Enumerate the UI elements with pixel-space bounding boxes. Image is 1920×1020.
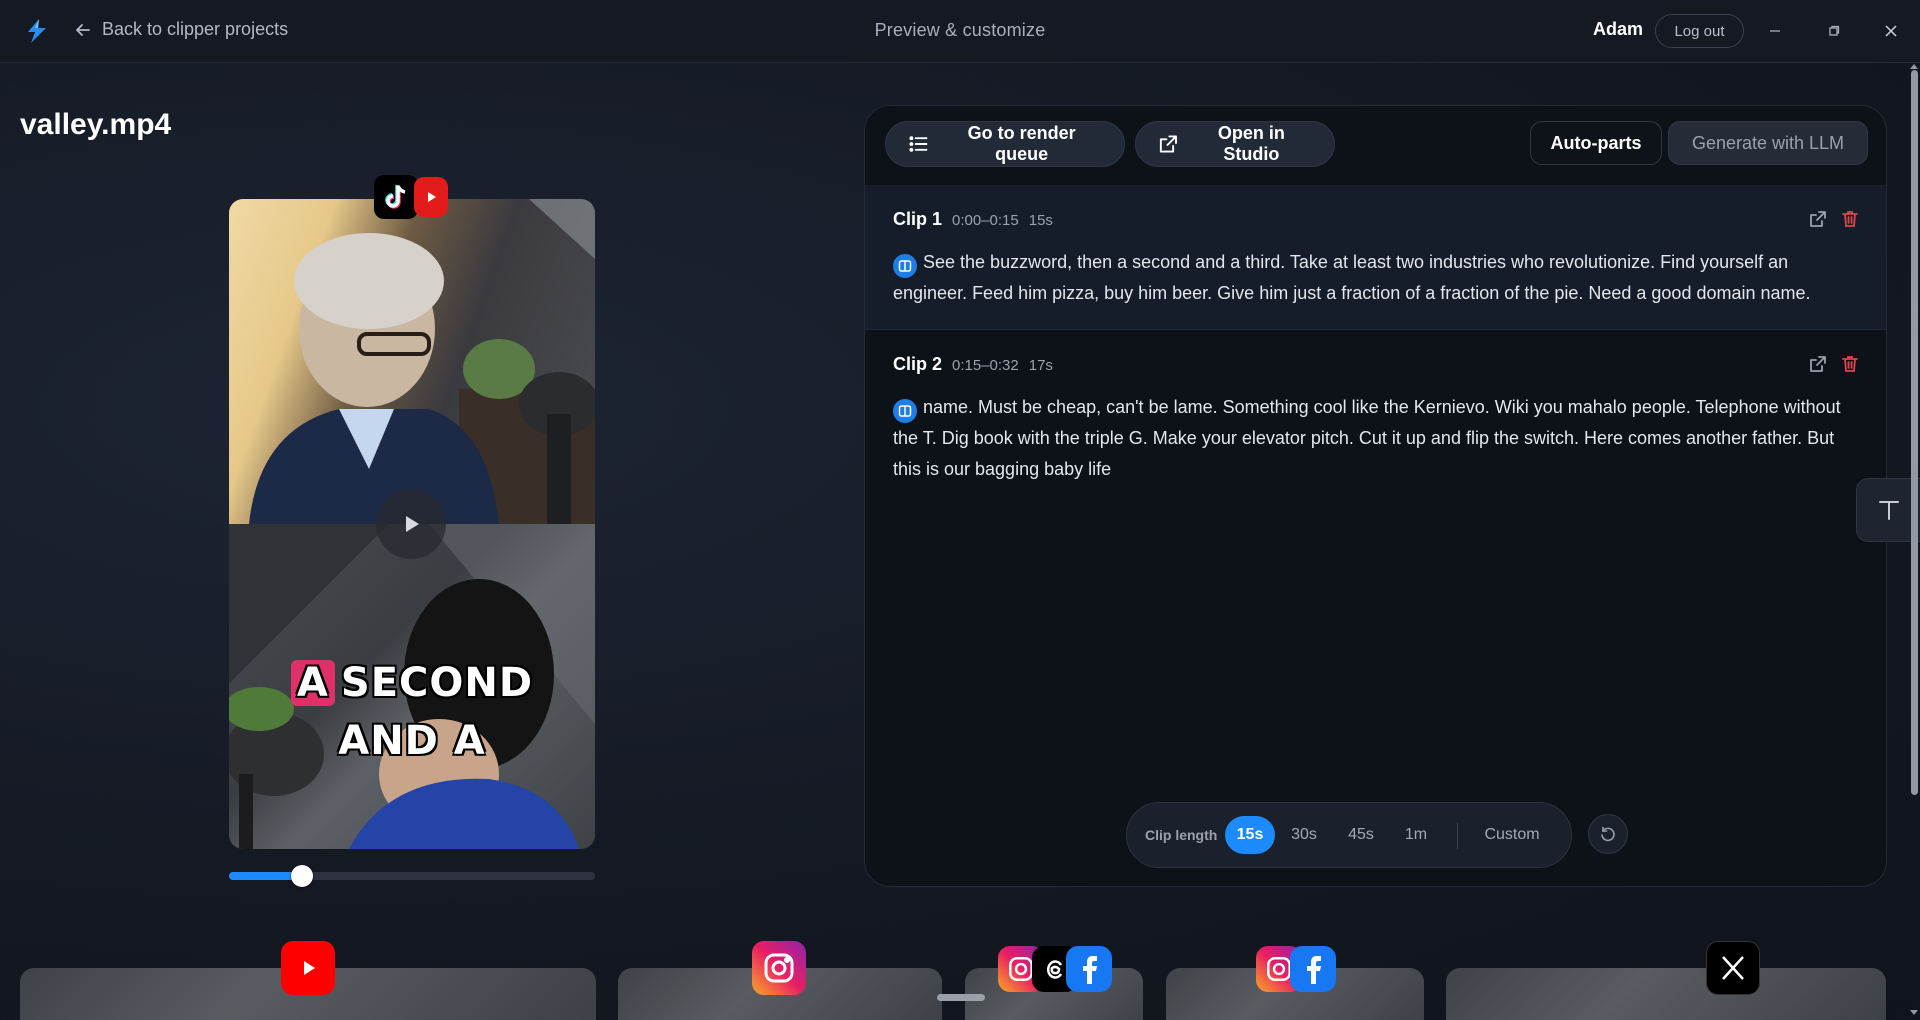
- multi-platform-badge: [998, 946, 1112, 992]
- clip-name: Clip 2: [893, 354, 943, 374]
- clip-length-label: Clip length: [1145, 827, 1218, 843]
- facebook-icon: [1290, 946, 1336, 992]
- split-clip-icon[interactable]: [893, 399, 917, 423]
- clip-length-30s[interactable]: 30s: [1279, 816, 1329, 854]
- clip-header: Clip 1 0:00–0:15 15s: [893, 209, 1053, 230]
- restore-button[interactable]: [1821, 18, 1847, 44]
- split-clip-icon[interactable]: [893, 254, 917, 278]
- playback-slider-thumb[interactable]: [291, 865, 314, 887]
- facebook-icon: [1066, 946, 1112, 992]
- interview-scene-top: [249, 199, 595, 524]
- play-icon: [406, 516, 419, 532]
- back-link-label: Back to clipper projects: [102, 19, 289, 39]
- app-logo-icon[interactable]: [25, 18, 49, 44]
- youtube-icon: [281, 941, 335, 995]
- tiktok-icon: [374, 175, 418, 219]
- minimize-button[interactable]: [1762, 18, 1788, 44]
- divider: [1457, 823, 1458, 849]
- x-icon: [1706, 941, 1760, 995]
- youtube-shorts-icon: [414, 177, 448, 217]
- clips-panel: Go to render queue Open in Studio Auto-p…: [864, 105, 1887, 887]
- clip-duration: 17s: [1028, 357, 1053, 374]
- clip-time-range: 0:00–0:15: [952, 212, 1019, 229]
- caption-word: SECOND: [340, 660, 534, 706]
- back-to-projects-link[interactable]: Back to clipper projects: [74, 19, 288, 40]
- generate-with-llm-button[interactable]: Generate with LLM: [1668, 121, 1868, 165]
- reset-icon: [1601, 826, 1615, 842]
- x-badge: [1706, 941, 1760, 995]
- list-icon: [909, 136, 928, 152]
- instagram-badge: [752, 941, 806, 995]
- video-caption: A SECOND AND A: [229, 654, 595, 770]
- clip-duration: 15s: [1028, 212, 1053, 229]
- arrow-left-icon: [76, 23, 90, 36]
- top-bar: Back to clipper projects Preview & custo…: [0, 0, 1920, 63]
- video-frame-top: [229, 199, 595, 524]
- clip-header: Clip 2 0:15–0:32 17s: [893, 354, 1053, 375]
- clip-item[interactable]: Clip 1 0:00–0:15 15s See the buzzword, t…: [865, 185, 1886, 330]
- open-clip-icon[interactable]: [1808, 354, 1828, 374]
- minimize-icon: [1770, 30, 1780, 32]
- reset-clip-length-button[interactable]: [1588, 814, 1628, 854]
- clip-actions: [1808, 354, 1860, 374]
- delete-clip-icon[interactable]: [1840, 354, 1860, 374]
- text-icon: [1878, 501, 1899, 520]
- clip-length-1m[interactable]: 1m: [1391, 816, 1441, 854]
- scrollbar-thumb[interactable]: [1911, 70, 1918, 795]
- clip-actions: [1808, 209, 1860, 229]
- clip-length-45s[interactable]: 45s: [1336, 816, 1386, 854]
- clip-transcript-text: See the buzzword, then a second and a th…: [893, 252, 1811, 303]
- scroll-down-arrow[interactable]: [1910, 1010, 1918, 1015]
- external-link-icon: [1159, 135, 1177, 153]
- open-clip-icon[interactable]: [1808, 209, 1828, 229]
- multi-platform-badge: [1256, 946, 1336, 992]
- platform-preview-card[interactable]: [1446, 968, 1886, 1020]
- open-in-studio-label: Open in Studio: [1217, 123, 1285, 164]
- render-queue-button[interactable]: Go to render queue: [885, 121, 1125, 167]
- close-window-button[interactable]: [1878, 18, 1904, 44]
- file-title: valley.mp4: [20, 108, 172, 141]
- caption-line-2: AND A: [338, 718, 486, 764]
- restore-icon: [1829, 25, 1840, 36]
- logout-button[interactable]: Log out: [1655, 14, 1744, 48]
- video-preview[interactable]: A SECOND AND A: [229, 199, 595, 849]
- caption-line-1: A SECOND: [229, 654, 595, 712]
- clip-length-selector: Clip length 15s 30s 45s 1m Custom: [1126, 802, 1572, 868]
- playback-slider[interactable]: [229, 865, 595, 887]
- scroll-up-arrow[interactable]: [1910, 64, 1918, 69]
- user-name: Adam: [1593, 19, 1644, 39]
- caption-highlight-word: A: [290, 660, 335, 706]
- clip-length-custom[interactable]: Custom: [1472, 816, 1552, 854]
- preview-platform-badges: [374, 175, 448, 219]
- clip-transcript-text: name. Must be cheap, can't be lame. Some…: [893, 397, 1841, 479]
- instagram-icon: [752, 941, 806, 995]
- clip-transcript[interactable]: name. Must be cheap, can't be lame. Some…: [893, 392, 1858, 485]
- clip-time-range: 0:15–0:32: [952, 357, 1019, 374]
- play-button[interactable]: [376, 489, 446, 559]
- clip-name: Clip 1: [893, 209, 943, 229]
- scrollbar[interactable]: [1908, 64, 1920, 1020]
- render-queue-label: Go to render queue: [967, 123, 1076, 164]
- close-icon: [1885, 25, 1897, 37]
- clip-transcript[interactable]: See the buzzword, then a second and a th…: [893, 247, 1858, 309]
- auto-parts-button[interactable]: Auto-parts: [1530, 121, 1662, 165]
- clip-item[interactable]: Clip 2 0:15–0:32 17s name. Must be cheap…: [865, 330, 1886, 510]
- drag-handle[interactable]: [937, 994, 985, 1001]
- youtube-badge: [281, 941, 335, 995]
- open-in-studio-button[interactable]: Open in Studio: [1135, 121, 1335, 167]
- delete-clip-icon[interactable]: [1840, 209, 1860, 229]
- clip-length-15s[interactable]: 15s: [1225, 816, 1275, 854]
